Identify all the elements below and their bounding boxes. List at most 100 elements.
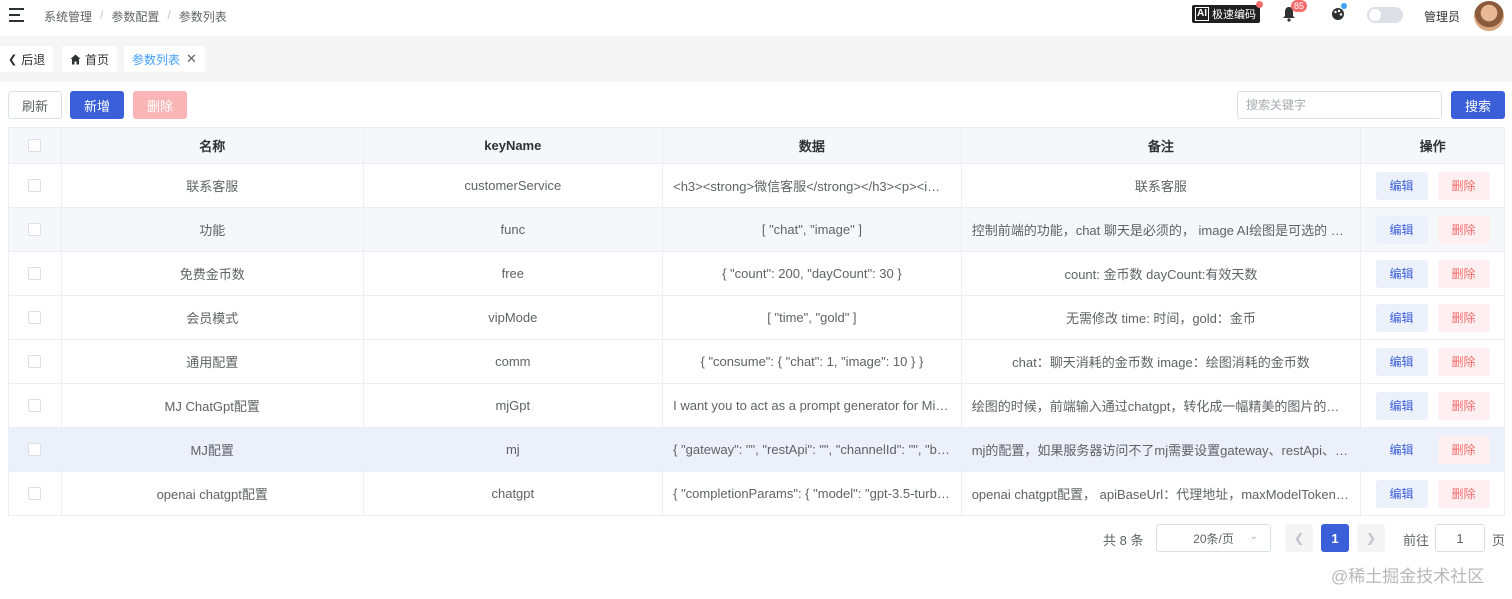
row-checkbox[interactable] bbox=[28, 223, 42, 236]
data-text: <h3><strong>微信客服</strong></h3><p><img sr… bbox=[673, 179, 951, 194]
row-select-cell bbox=[9, 428, 62, 471]
actions-cell: 编辑 删除 bbox=[1361, 208, 1504, 251]
hamburger-menu-icon[interactable] bbox=[9, 8, 24, 22]
add-button[interactable]: 新增 bbox=[70, 91, 124, 119]
ai-logo-icon: AI bbox=[1195, 7, 1209, 21]
edit-button[interactable]: 编辑 bbox=[1375, 391, 1428, 420]
note-cell: chat：聊天消耗的金币数 image：绘图消耗的金币数 bbox=[962, 340, 1362, 383]
column-header: 数据 bbox=[663, 128, 962, 163]
table-row[interactable]: 免费金币数 free { "count": 200, "dayCount": 3… bbox=[9, 252, 1504, 296]
note-cell: 绘图的时候，前端输入通过chatgpt，转化成一幅精美的图片的描述词 bbox=[962, 384, 1362, 427]
tags-bar: ❮ 后退 首页 参数列表 ✕ bbox=[0, 36, 1512, 82]
table-row[interactable]: 联系客服 customerService <h3><strong>微信客服</s… bbox=[9, 164, 1504, 208]
active-tag[interactable]: 参数列表 ✕ bbox=[124, 46, 205, 72]
refresh-button[interactable]: 刷新 bbox=[8, 91, 62, 119]
edit-button[interactable]: 编辑 bbox=[1375, 347, 1428, 376]
theme-toggle[interactable] bbox=[1367, 7, 1403, 23]
data-text: { "gateway": "", "restApi": "", "channel… bbox=[673, 442, 951, 457]
table-row[interactable]: openai chatgpt配置 chatgpt { "completionPa… bbox=[9, 472, 1504, 516]
actions-cell: 编辑 删除 bbox=[1361, 428, 1504, 471]
goto-label: 前往 bbox=[1403, 533, 1430, 548]
key-text: mjGpt bbox=[495, 398, 531, 413]
name-cell: 会员模式 bbox=[62, 296, 364, 339]
row-checkbox[interactable] bbox=[28, 487, 42, 500]
table-row[interactable]: MJ ChatGpt配置 mjGpt I want you to act as … bbox=[9, 384, 1504, 428]
prev-page-button[interactable]: ❮ bbox=[1285, 524, 1313, 552]
data-text: { "completionParams": { "model": "gpt-3.… bbox=[673, 486, 951, 501]
edit-button[interactable]: 编辑 bbox=[1375, 215, 1428, 244]
page-size-value: 20条/页 bbox=[1193, 531, 1234, 546]
name-cell: 免费金币数 bbox=[62, 252, 364, 295]
row-delete-button[interactable]: 删除 bbox=[1437, 435, 1490, 464]
palette-icon[interactable] bbox=[1331, 7, 1345, 21]
actions-cell: 编辑 删除 bbox=[1361, 472, 1504, 515]
goto-page-input[interactable] bbox=[1435, 524, 1485, 552]
data-cell: <h3><strong>微信客服</strong></h3><p><img sr… bbox=[663, 164, 962, 207]
note-text: chat：聊天消耗的金币数 image：绘图消耗的金币数 bbox=[1012, 355, 1310, 370]
row-checkbox[interactable] bbox=[28, 399, 42, 412]
note-text: 控制前端的功能，chat 聊天是必须的， image AI绘图是可选的 如果不需… bbox=[971, 223, 1350, 238]
table-header-row: 名称 keyName 数据 备注 操作 bbox=[9, 128, 1504, 164]
row-select-cell bbox=[9, 252, 62, 295]
data-text: { "consume": { "chat": 1, "image": 10 } … bbox=[700, 354, 924, 369]
row-checkbox[interactable] bbox=[28, 267, 42, 280]
row-checkbox[interactable] bbox=[28, 179, 42, 192]
row-delete-button[interactable]: 删除 bbox=[1437, 347, 1490, 376]
row-checkbox[interactable] bbox=[28, 443, 42, 456]
key-text: customerService bbox=[464, 178, 562, 193]
key-cell: mjGpt bbox=[364, 384, 664, 427]
row-checkbox[interactable] bbox=[28, 311, 42, 324]
home-tag[interactable]: 首页 bbox=[62, 46, 118, 72]
edit-button[interactable]: 编辑 bbox=[1375, 435, 1428, 464]
key-cell: vipMode bbox=[364, 296, 664, 339]
note-cell: 控制前端的功能，chat 聊天是必须的， image AI绘图是可选的 如果不需… bbox=[962, 208, 1362, 251]
key-cell: chatgpt bbox=[364, 472, 664, 515]
select-all-checkbox[interactable] bbox=[28, 139, 42, 152]
key-text: vipMode bbox=[488, 310, 538, 325]
page-size-select[interactable]: 20条/页 ⌄ bbox=[1156, 524, 1271, 552]
search-input[interactable] bbox=[1237, 91, 1442, 119]
breadcrumb-item[interactable]: 系统管理 bbox=[44, 8, 92, 25]
delete-button[interactable]: 删除 bbox=[133, 91, 187, 119]
name-text: MJ配置 bbox=[190, 443, 234, 458]
row-delete-button[interactable]: 删除 bbox=[1437, 215, 1490, 244]
note-text: 无需修改 time: 时间，gold：金币 bbox=[1065, 311, 1256, 326]
name-text: MJ ChatGpt配置 bbox=[164, 399, 260, 414]
table-row[interactable]: 会员模式 vipMode [ "time", "gold" ] 无需修改 tim… bbox=[9, 296, 1504, 340]
user-name[interactable]: 管理员 bbox=[1424, 8, 1460, 25]
row-checkbox[interactable] bbox=[28, 355, 42, 368]
data-cell: [ "chat", "image" ] bbox=[663, 208, 962, 251]
edit-button[interactable]: 编辑 bbox=[1375, 259, 1428, 288]
table-row[interactable]: MJ配置 mj { "gateway": "", "restApi": "", … bbox=[9, 428, 1504, 472]
row-delete-button[interactable]: 删除 bbox=[1437, 259, 1490, 288]
back-label: 后退 bbox=[21, 52, 46, 67]
table-row[interactable]: 功能 func [ "chat", "image" ] 控制前端的功能，chat… bbox=[9, 208, 1504, 252]
edit-button[interactable]: 编辑 bbox=[1375, 303, 1428, 332]
watermark: @稀土掘金技术社区 bbox=[1331, 567, 1485, 586]
row-delete-button[interactable]: 删除 bbox=[1437, 479, 1490, 508]
breadcrumb-item[interactable]: 参数配置 bbox=[111, 8, 159, 25]
page-unit-label: 页 bbox=[1492, 533, 1506, 548]
key-text: func bbox=[500, 222, 526, 237]
search-button[interactable]: 搜索 bbox=[1451, 91, 1505, 119]
row-delete-button[interactable]: 删除 bbox=[1437, 391, 1490, 420]
row-delete-button[interactable]: 删除 bbox=[1437, 303, 1490, 332]
actions-cell: 编辑 删除 bbox=[1361, 340, 1504, 383]
key-text: comm bbox=[495, 354, 531, 369]
current-page-button[interactable]: 1 bbox=[1321, 524, 1349, 552]
note-cell: mj的配置，如果服务器访问不了mj需要设置gateway、restApi、cdn bbox=[962, 428, 1362, 471]
ai-coding-badge[interactable]: AI 极速编码 bbox=[1192, 5, 1260, 23]
edit-button[interactable]: 编辑 bbox=[1375, 171, 1428, 200]
close-icon[interactable]: ✕ bbox=[186, 51, 197, 67]
column-header: 操作 bbox=[1419, 139, 1446, 154]
name-cell: MJ配置 bbox=[62, 428, 364, 471]
ai-badge-dot bbox=[1256, 1, 1263, 8]
row-delete-button[interactable]: 删除 bbox=[1437, 171, 1490, 200]
table-row[interactable]: 通用配置 comm { "consume": { "chat": 1, "ima… bbox=[9, 340, 1504, 384]
back-tag[interactable]: ❮ 后退 bbox=[0, 46, 54, 72]
breadcrumb-separator: / bbox=[167, 8, 171, 22]
note-cell: 联系客服 bbox=[962, 164, 1362, 207]
avatar[interactable] bbox=[1474, 1, 1504, 31]
edit-button[interactable]: 编辑 bbox=[1375, 479, 1428, 508]
next-page-button[interactable]: ❯ bbox=[1357, 524, 1385, 552]
